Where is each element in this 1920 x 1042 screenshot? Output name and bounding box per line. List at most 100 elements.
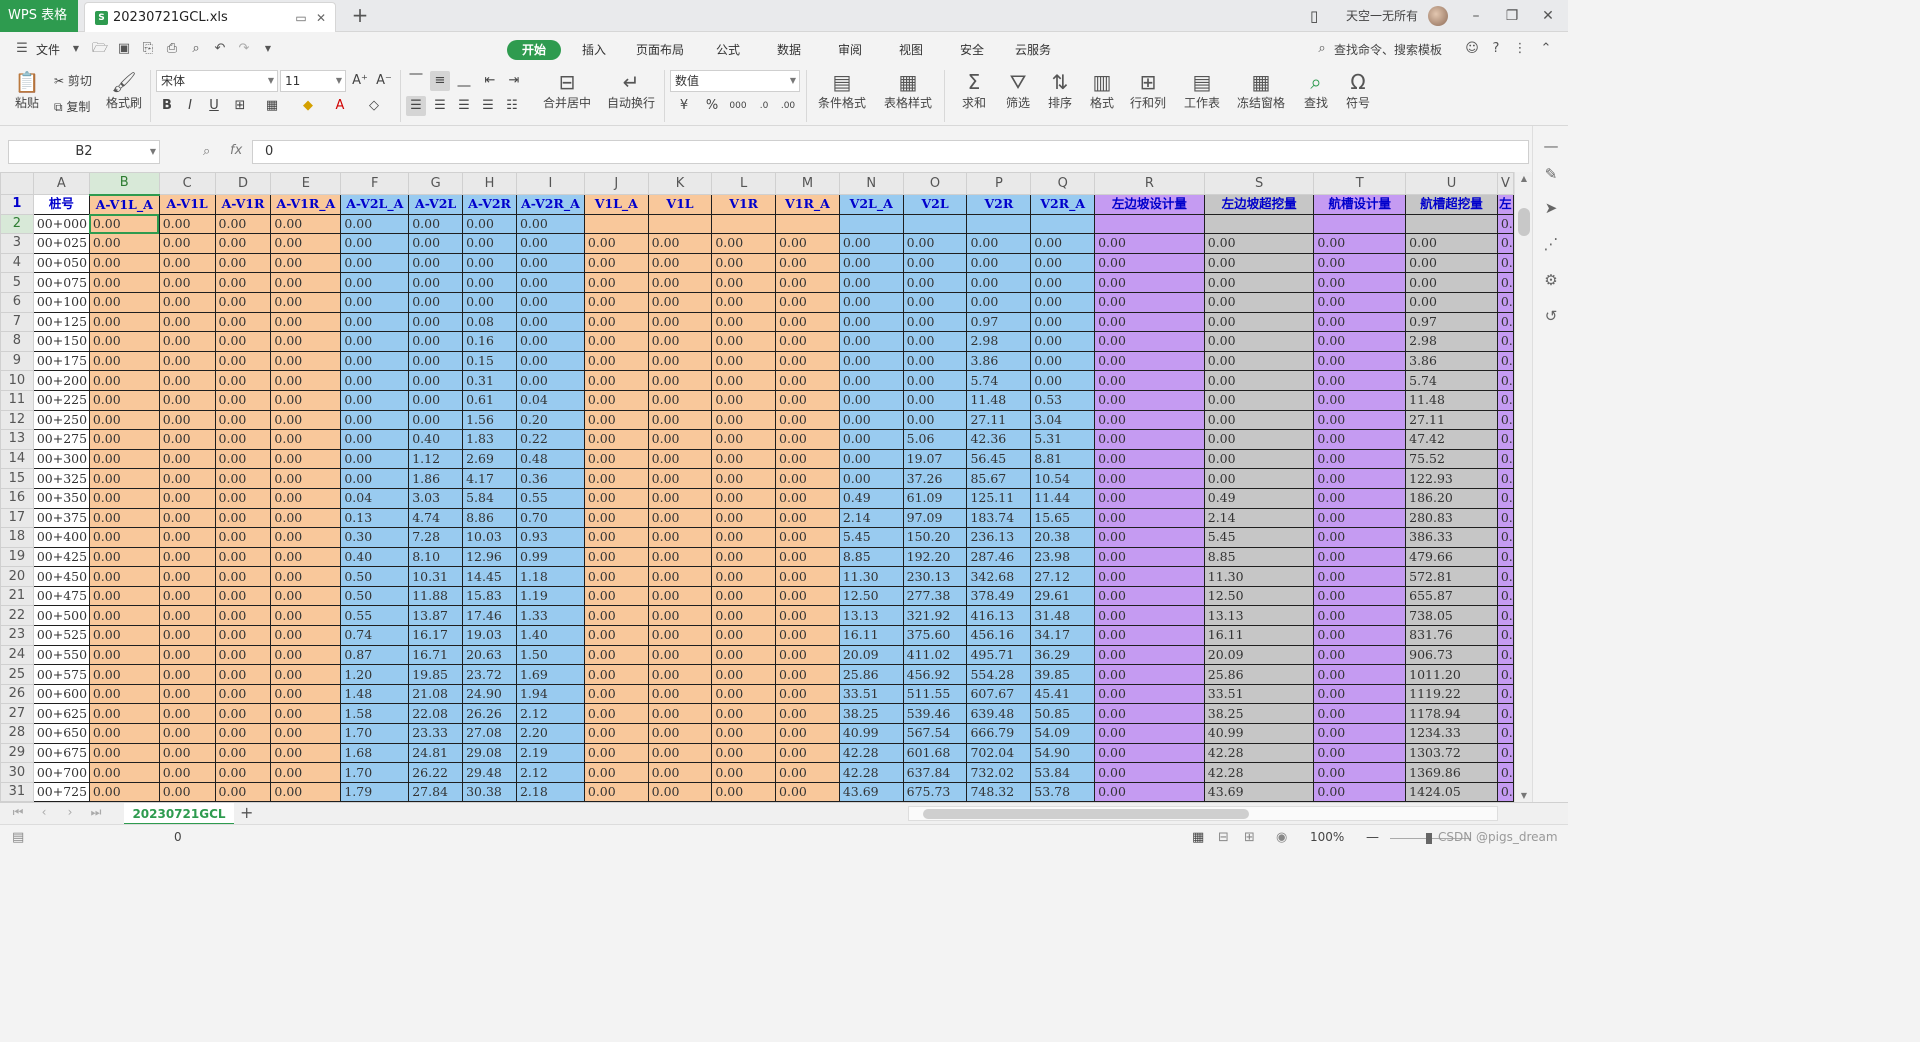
cell-o14[interactable]: 19.07	[902, 448, 968, 470]
cell-u25[interactable]: 1011.20	[1405, 664, 1498, 685]
font-grow-button[interactable]: A⁺	[350, 71, 370, 91]
cell-q6[interactable]: 0.00	[1030, 291, 1096, 313]
cell-v8[interactable]: 0.	[1496, 331, 1514, 352]
cell-f29[interactable]: 1.68	[340, 742, 410, 764]
cell-r2[interactable]	[1094, 213, 1205, 235]
cell-q14[interactable]: 8.81	[1030, 448, 1096, 470]
cell-v15[interactable]: 0.	[1496, 468, 1514, 489]
cell-k17[interactable]: 0.00	[647, 507, 713, 529]
cell-n2[interactable]	[838, 213, 904, 235]
column-header-v[interactable]: V	[1496, 172, 1514, 195]
cell-m15[interactable]: 0.00	[775, 468, 840, 489]
cell-s26[interactable]: 33.51	[1203, 683, 1315, 705]
column-title-cell[interactable]: A-V1R_A	[270, 194, 342, 215]
cell-b22[interactable]: 0.00	[88, 605, 160, 627]
cell-p4[interactable]: 0.00	[966, 252, 1032, 274]
cell-o15[interactable]: 37.26	[902, 468, 968, 489]
cell-s2[interactable]	[1203, 213, 1315, 235]
cell-b2[interactable]: 0.00	[88, 213, 160, 235]
cell-l21[interactable]: 0.00	[711, 585, 777, 607]
cell-a9[interactable]: 00+175	[32, 350, 90, 372]
currency-icon[interactable]: ¥	[674, 96, 694, 116]
row-header[interactable]: 8	[0, 331, 34, 352]
find-button[interactable]: ⌕ 查找	[1296, 70, 1336, 111]
first-sheet-icon[interactable]: ⏮	[10, 805, 26, 820]
cell-i9[interactable]: 0.00	[515, 350, 585, 372]
cell-k22[interactable]: 0.00	[647, 605, 713, 627]
cell-a2[interactable]: 00+000	[32, 213, 90, 235]
cell-r25[interactable]: 0.00	[1094, 664, 1205, 685]
cell-j27[interactable]: 0.00	[583, 703, 649, 725]
zoom-slider-knob[interactable]	[1426, 833, 1432, 844]
column-title-cell[interactable]: V1L_A	[583, 194, 649, 215]
cell-o19[interactable]: 192.20	[902, 546, 968, 568]
cell-u3[interactable]: 0.00	[1405, 233, 1498, 254]
cell-k13[interactable]: 0.00	[647, 429, 713, 450]
cell-h19[interactable]: 12.96	[462, 546, 517, 568]
align-top-icon[interactable]: ⎺	[406, 71, 426, 91]
history-icon[interactable]: ↺	[1541, 306, 1561, 326]
cell-i25[interactable]: 1.69	[515, 664, 585, 685]
cell-q30[interactable]: 53.84	[1030, 762, 1096, 783]
cell-e16[interactable]: 0.00	[270, 487, 342, 509]
cell-m29[interactable]: 0.00	[775, 742, 840, 764]
cell-j11[interactable]: 0.00	[583, 389, 649, 411]
cell-g6[interactable]: 0.00	[408, 291, 464, 313]
cell-s13[interactable]: 0.00	[1203, 429, 1315, 450]
cell-r5[interactable]: 0.00	[1094, 272, 1205, 293]
cut-button[interactable]: ✂ 剪切	[54, 72, 92, 90]
cell-i12[interactable]: 0.20	[515, 409, 585, 431]
column-title-cell[interactable]: A-V2R_A	[515, 194, 585, 215]
tab-cloud-service[interactable]: 云服务	[1015, 40, 1051, 60]
zoom-out-icon[interactable]: —	[1366, 830, 1379, 845]
cell-v20[interactable]: 0.	[1496, 566, 1514, 587]
cell-c18[interactable]: 0.00	[158, 527, 216, 548]
cell-e22[interactable]: 0.00	[270, 605, 342, 627]
cell-n11[interactable]: 0.00	[838, 389, 904, 411]
cell-o11[interactable]: 0.00	[902, 389, 968, 411]
cell-e4[interactable]: 0.00	[270, 252, 342, 274]
cell-b18[interactable]: 0.00	[88, 527, 160, 548]
cell-r21[interactable]: 0.00	[1094, 585, 1205, 607]
cell-g10[interactable]: 0.00	[408, 370, 464, 391]
next-sheet-icon[interactable]: ›	[62, 805, 78, 819]
cell-h28[interactable]: 27.08	[462, 723, 517, 744]
cell-t10[interactable]: 0.00	[1313, 370, 1407, 391]
column-title-cell[interactable]: A-V2L_A	[340, 194, 410, 215]
cell-k9[interactable]: 0.00	[647, 350, 713, 372]
cell-b17[interactable]: 0.00	[88, 507, 160, 529]
cell-q20[interactable]: 27.12	[1030, 566, 1096, 587]
restore-tab-icon[interactable]: ▭	[293, 10, 309, 26]
cell-f17[interactable]: 0.13	[340, 507, 410, 529]
settings-icon[interactable]: ⚙	[1541, 270, 1561, 290]
cell-t15[interactable]: 0.00	[1313, 468, 1407, 489]
cell-n19[interactable]: 8.85	[838, 546, 904, 568]
cell-v10[interactable]: 0.	[1496, 370, 1514, 391]
sort-button[interactable]: ⇅ 排序	[1040, 70, 1080, 111]
cell-u8[interactable]: 2.98	[1405, 331, 1498, 352]
cell-u9[interactable]: 3.86	[1405, 350, 1498, 372]
cell-n5[interactable]: 0.00	[838, 272, 904, 293]
font-shrink-button[interactable]: A⁻	[374, 71, 394, 91]
cell-n6[interactable]: 0.00	[838, 291, 904, 313]
cell-v13[interactable]: 0.	[1496, 429, 1514, 450]
cell-t28[interactable]: 0.00	[1313, 723, 1407, 744]
cell-t18[interactable]: 0.00	[1313, 527, 1407, 548]
cell-o10[interactable]: 0.00	[902, 370, 968, 391]
cell-n17[interactable]: 2.14	[838, 507, 904, 529]
column-header-c[interactable]: C	[158, 172, 216, 195]
row-header[interactable]: 26	[0, 683, 34, 705]
cell-d17[interactable]: 0.00	[214, 507, 272, 529]
cell-h30[interactable]: 29.48	[462, 762, 517, 783]
cell-j8[interactable]: 0.00	[583, 331, 649, 352]
cell-a5[interactable]: 00+075	[32, 272, 90, 293]
cell-q18[interactable]: 20.38	[1030, 527, 1096, 548]
cell-k16[interactable]: 0.00	[647, 487, 713, 509]
cell-h21[interactable]: 15.83	[462, 585, 517, 607]
cell-b16[interactable]: 0.00	[88, 487, 160, 509]
cell-j29[interactable]: 0.00	[583, 742, 649, 764]
select-icon[interactable]: ➤	[1541, 198, 1561, 218]
cell-l16[interactable]: 0.00	[711, 487, 777, 509]
cell-r27[interactable]: 0.00	[1094, 703, 1205, 725]
fill-color-icon[interactable]: ◆	[298, 96, 318, 116]
